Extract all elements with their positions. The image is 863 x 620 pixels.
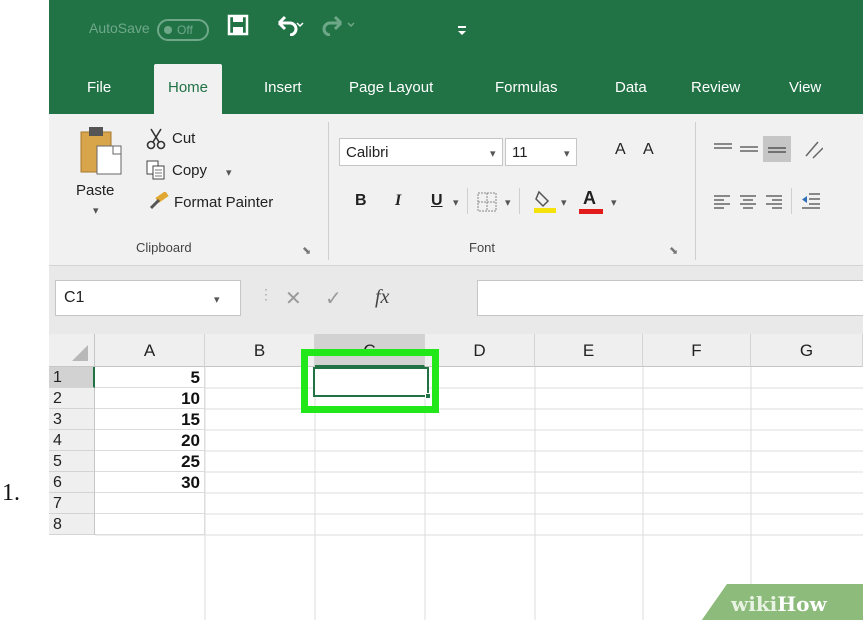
autosave-state: Off <box>177 23 193 37</box>
alignment-separator <box>791 188 792 214</box>
font-color-letter: A <box>583 188 596 208</box>
fill-color-dropdown-icon[interactable]: ▾ <box>561 196 567 209</box>
font-size-box[interactable]: 11 ▾ <box>505 138 577 166</box>
tab-formulas[interactable]: Formulas <box>495 79 558 96</box>
autosave-label: AutoSave <box>89 20 150 36</box>
font-color-dropdown-icon[interactable]: ▾ <box>611 196 617 209</box>
increase-font-size-button[interactable]: A <box>615 141 626 159</box>
tab-insert[interactable]: Insert <box>264 79 302 96</box>
bottom-align-icon[interactable] <box>763 136 791 162</box>
bold-button[interactable]: B <box>355 192 367 210</box>
formula-bar: C1 ▾ ⋮ ✕ ✓ fx <box>49 266 863 334</box>
cut-button[interactable]: Cut <box>172 130 195 147</box>
copy-dropdown-icon[interactable]: ▾ <box>226 166 232 179</box>
save-icon[interactable] <box>227 14 249 42</box>
align-left-icon[interactable] <box>713 194 731 215</box>
undo-icon[interactable] <box>275 14 305 42</box>
group-separator <box>695 122 696 260</box>
font-size-dropdown-icon[interactable]: ▾ <box>564 147 570 160</box>
tab-page-layout[interactable]: Page Layout <box>349 79 433 96</box>
group-separator <box>328 122 329 260</box>
cut-icon[interactable] <box>146 128 166 155</box>
orientation-icon[interactable] <box>803 138 824 165</box>
autosave-toggle[interactable]: Off <box>157 19 209 41</box>
tab-data[interactable]: Data <box>615 79 647 96</box>
title-bar: AutoSave Off <box>49 0 863 54</box>
decrease-indent-icon[interactable] <box>801 192 821 215</box>
ribbon-tabs: File Home Insert Page Layout Formulas Da… <box>49 54 863 114</box>
highlight-box <box>301 349 439 413</box>
paste-button[interactable]: Paste <box>76 182 114 199</box>
decrease-font-size-button[interactable]: A <box>643 141 654 159</box>
paste-dropdown-icon[interactable]: ▾ <box>93 204 99 217</box>
align-center-icon[interactable] <box>739 194 757 215</box>
excel-window: AutoSave Off File Home Insert Page Layou… <box>49 0 863 620</box>
customize-quick-access-icon[interactable] <box>456 18 468 44</box>
fill-color-icon[interactable] <box>533 188 557 219</box>
underline-dropdown-icon[interactable]: ▾ <box>453 196 459 209</box>
home-ribbon: Paste ▾ Cut Copy ▾ Format Painter Clipbo… <box>49 114 863 266</box>
clipboard-launcher-icon[interactable]: ⬊ <box>302 244 311 257</box>
font-launcher-icon[interactable]: ⬊ <box>669 244 678 257</box>
middle-align-icon[interactable] <box>739 142 759 163</box>
redo-icon[interactable] <box>321 14 357 42</box>
enter-icon[interactable]: ✓ <box>325 286 342 311</box>
borders-dropdown-icon[interactable]: ▾ <box>505 196 511 209</box>
formula-input[interactable] <box>477 280 863 316</box>
tab-file[interactable]: File <box>87 79 111 96</box>
copy-icon[interactable] <box>146 160 166 185</box>
underline-button[interactable]: U <box>431 192 443 210</box>
clipboard-group-label: Clipboard <box>136 240 192 255</box>
font-group-label: Font <box>469 240 496 255</box>
font-name-dropdown-icon[interactable]: ▾ <box>490 147 496 160</box>
watermark-wiki: wiki <box>731 592 778 616</box>
tab-review[interactable]: Review <box>691 79 740 96</box>
format-painter-button[interactable]: Format Painter <box>174 194 273 211</box>
step-number: 1. <box>2 480 20 506</box>
format-painter-icon[interactable] <box>148 191 170 215</box>
italic-button[interactable]: I <box>395 192 401 210</box>
tab-view[interactable]: View <box>789 79 821 96</box>
borders-icon[interactable] <box>477 192 497 217</box>
insert-function-icon[interactable]: fx <box>375 286 389 309</box>
cancel-icon[interactable]: ✕ <box>285 286 302 311</box>
watermark-how: How <box>777 592 827 616</box>
paste-icon[interactable] <box>79 124 129 187</box>
top-align-icon[interactable] <box>713 142 733 163</box>
name-box[interactable]: C1 ▾ <box>55 280 241 316</box>
copy-button[interactable]: Copy <box>172 162 207 179</box>
font-name-box[interactable]: Calibri ▾ <box>339 138 503 166</box>
toggle-dot-icon <box>164 26 172 34</box>
formula-bar-grip-icon: ⋮ <box>259 286 273 302</box>
gridlines <box>95 367 863 620</box>
worksheet-grid: A B C D E F G 1 2 3 4 5 6 7 8 5 10 15 20… <box>49 334 863 620</box>
align-right-icon[interactable] <box>765 194 783 215</box>
tab-home[interactable]: Home <box>154 64 223 114</box>
name-box-value: C1 <box>64 289 85 306</box>
name-box-dropdown-icon[interactable]: ▾ <box>214 293 220 306</box>
font-separator <box>467 188 468 214</box>
font-separator <box>519 188 520 214</box>
font-size-value: 11 <box>512 144 528 161</box>
watermark-logo: wikiHow <box>731 592 827 616</box>
font-name-value: Calibri <box>346 144 389 161</box>
font-color-swatch <box>579 209 603 214</box>
